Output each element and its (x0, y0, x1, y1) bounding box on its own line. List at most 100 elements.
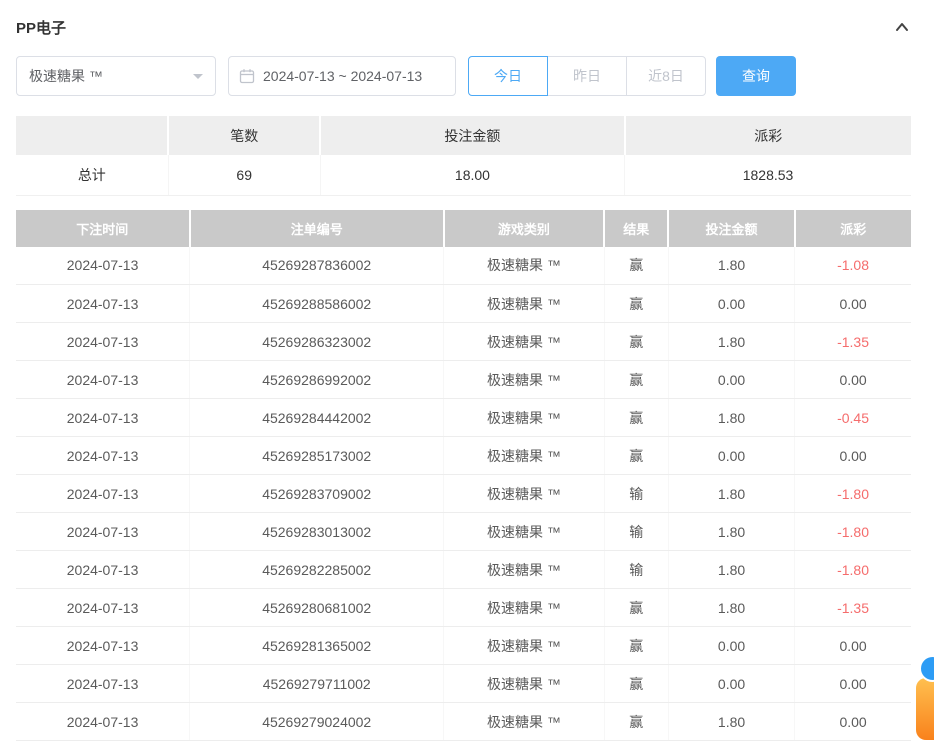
bets-header-time: 下注时间 (16, 210, 190, 247)
bet-game-cell: 极速糖果 ™ (444, 361, 604, 399)
pp-games-panel: PP电子 极速糖果 ™ 2024-07-13 ~ 2024-07-13 今日昨日… (0, 0, 934, 741)
summary-table: 笔数 投注金额 派彩 总计 69 18.00 1828.53 (16, 116, 911, 196)
table-row: 2024-07-13 45269282285002 极速糖果 ™ 输 1.80 … (16, 551, 911, 589)
bets-header-result: 结果 (604, 210, 668, 247)
bet-result-cell: 输 (604, 513, 668, 551)
bet-amount-cell: 1.80 (668, 513, 794, 551)
bet-time-cell: 2024-07-13 (16, 665, 190, 703)
bet-result-cell: 赢 (604, 323, 668, 361)
bets-header-bet: 投注金额 (668, 210, 794, 247)
bet-game-cell: 极速糖果 ™ (444, 437, 604, 475)
bet-time-cell: 2024-07-13 (16, 475, 190, 513)
bet-result-cell: 输 (604, 551, 668, 589)
bet-amount-cell: 0.00 (668, 361, 794, 399)
bet-result-cell: 赢 (604, 665, 668, 703)
bet-order-cell: 45269287836002 (190, 247, 444, 285)
game-select[interactable]: 极速糖果 ™ (16, 56, 216, 96)
quick-range-button[interactable]: 昨日 (547, 56, 627, 96)
bet-game-cell: 极速糖果 ™ (444, 513, 604, 551)
bet-game-cell: 极速糖果 ™ (444, 703, 604, 741)
bet-amount-cell: 1.80 (668, 475, 794, 513)
bet-result-cell: 赢 (604, 437, 668, 475)
search-button[interactable]: 查询 (716, 56, 796, 96)
bet-amount-cell: 0.00 (668, 627, 794, 665)
bet-order-cell: 45269283013002 (190, 513, 444, 551)
date-range-value: 2024-07-13 ~ 2024-07-13 (263, 68, 422, 84)
quick-range-button[interactable]: 今日 (468, 56, 548, 96)
bet-payout-cell: -1.80 (795, 513, 911, 551)
table-row: 2024-07-13 45269284442002 极速糖果 ™ 赢 1.80 … (16, 399, 911, 437)
bet-order-cell: 45269285173002 (190, 437, 444, 475)
bets-header-game: 游戏类别 (444, 210, 604, 247)
bet-order-cell: 45269283709002 (190, 475, 444, 513)
filter-row: 极速糖果 ™ 2024-07-13 ~ 2024-07-13 今日昨日近8日 查… (16, 56, 911, 96)
bet-game-cell: 极速糖果 ™ (444, 285, 604, 323)
page-title: PP电子 (16, 17, 66, 38)
game-select-value: 极速糖果 ™ (29, 66, 103, 86)
bet-order-cell: 45269279024002 (190, 703, 444, 741)
bet-game-cell: 极速糖果 ™ (444, 247, 604, 285)
bet-result-cell: 赢 (604, 703, 668, 741)
summary-header-bet-amount: 投注金额 (320, 116, 624, 155)
bet-amount-cell: 1.80 (668, 247, 794, 285)
table-row: 2024-07-13 45269280681002 极速糖果 ™ 赢 1.80 … (16, 589, 911, 627)
summary-header-blank (16, 116, 168, 155)
table-row: 2024-07-13 45269279024002 极速糖果 ™ 赢 1.80 … (16, 703, 911, 741)
bet-payout-cell: -0.45 (795, 399, 911, 437)
bets-header-row: 下注时间 注单编号 游戏类别 结果 投注金额 派彩 (16, 210, 911, 247)
bet-payout-cell: 0.00 (795, 703, 911, 741)
bets-header-payout: 派彩 (795, 210, 911, 247)
bet-payout-cell: 0.00 (795, 627, 911, 665)
bet-payout-cell: -1.35 (795, 323, 911, 361)
bet-time-cell: 2024-07-13 (16, 627, 190, 665)
bet-game-cell: 极速糖果 ™ (444, 551, 604, 589)
bet-game-cell: 极速糖果 ™ (444, 665, 604, 703)
summary-total-bet-amount: 18.00 (320, 155, 624, 195)
bet-game-cell: 极速糖果 ™ (444, 589, 604, 627)
bet-time-cell: 2024-07-13 (16, 323, 190, 361)
bet-time-cell: 2024-07-13 (16, 437, 190, 475)
summary-total-count: 69 (168, 155, 320, 195)
bet-payout-cell: -1.80 (795, 551, 911, 589)
bet-order-cell: 45269284442002 (190, 399, 444, 437)
bet-order-cell: 45269286992002 (190, 361, 444, 399)
bet-amount-cell: 0.00 (668, 285, 794, 323)
customer-service-widget[interactable] (916, 678, 934, 740)
bet-game-cell: 极速糖果 ™ (444, 627, 604, 665)
bet-result-cell: 赢 (604, 285, 668, 323)
bet-amount-cell: 0.00 (668, 437, 794, 475)
collapse-chevron-up-icon[interactable] (893, 18, 911, 36)
bet-time-cell: 2024-07-13 (16, 247, 190, 285)
bet-game-cell: 极速糖果 ™ (444, 399, 604, 437)
calendar-icon (239, 68, 255, 84)
bet-time-cell: 2024-07-13 (16, 589, 190, 627)
quick-range-button[interactable]: 近8日 (626, 56, 706, 96)
bet-amount-cell: 1.80 (668, 589, 794, 627)
bet-payout-cell: -1.35 (795, 589, 911, 627)
bet-order-cell: 45269281365002 (190, 627, 444, 665)
bet-time-cell: 2024-07-13 (16, 361, 190, 399)
summary-total-label: 总计 (16, 155, 168, 195)
bet-time-cell: 2024-07-13 (16, 551, 190, 589)
bet-result-cell: 赢 (604, 589, 668, 627)
bet-amount-cell: 1.80 (668, 399, 794, 437)
summary-header-payout: 派彩 (625, 116, 911, 155)
table-row: 2024-07-13 45269287836002 极速糖果 ™ 赢 1.80 … (16, 247, 911, 285)
bets-tbody: 2024-07-13 45269287836002 极速糖果 ™ 赢 1.80 … (16, 247, 911, 741)
bet-result-cell: 赢 (604, 361, 668, 399)
table-row: 2024-07-13 45269285173002 极速糖果 ™ 赢 0.00 … (16, 437, 911, 475)
summary-header-row: 笔数 投注金额 派彩 (16, 116, 911, 155)
date-range-input[interactable]: 2024-07-13 ~ 2024-07-13 (228, 56, 456, 96)
bet-result-cell: 赢 (604, 247, 668, 285)
bet-amount-cell: 1.80 (668, 551, 794, 589)
bet-payout-cell: -1.80 (795, 475, 911, 513)
bet-result-cell: 输 (604, 475, 668, 513)
bet-payout-cell: 0.00 (795, 665, 911, 703)
table-row: 2024-07-13 45269288586002 极速糖果 ™ 赢 0.00 … (16, 285, 911, 323)
bet-time-cell: 2024-07-13 (16, 399, 190, 437)
bet-order-cell: 45269280681002 (190, 589, 444, 627)
bet-payout-cell: 0.00 (795, 285, 911, 323)
table-row: 2024-07-13 45269283709002 极速糖果 ™ 输 1.80 … (16, 475, 911, 513)
table-row: 2024-07-13 45269283013002 极速糖果 ™ 输 1.80 … (16, 513, 911, 551)
bet-payout-cell: 0.00 (795, 361, 911, 399)
